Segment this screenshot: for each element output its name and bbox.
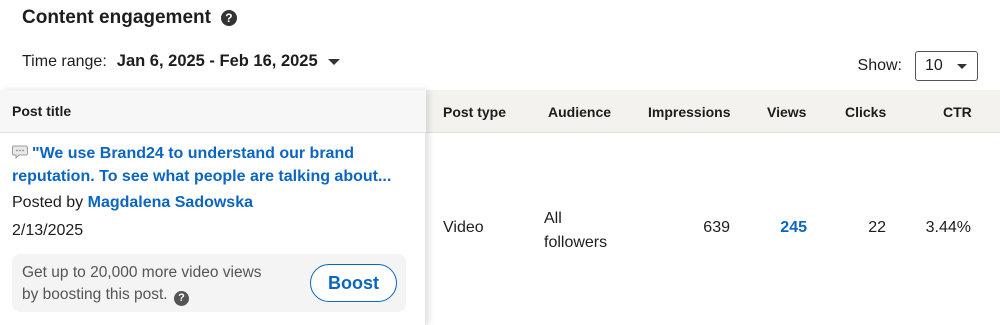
cell-impressions: 639 bbox=[703, 219, 730, 236]
post-title-line: "We use Brand24 to understand our brand bbox=[32, 145, 354, 162]
show-rows-value: 10 bbox=[925, 57, 943, 74]
column-header-clicks[interactable]: Clicks bbox=[845, 90, 886, 133]
time-range-label: Time range: bbox=[22, 52, 107, 70]
boost-button[interactable]: Boost bbox=[310, 264, 397, 302]
section-header: Content engagement ? bbox=[22, 7, 237, 29]
boost-text-line: by boosting this post. bbox=[22, 286, 168, 303]
cell-ctr: 3.44% bbox=[925, 219, 971, 236]
caret-down-icon bbox=[957, 63, 967, 69]
help-icon[interactable]: ? bbox=[173, 291, 189, 306]
time-range-dropdown[interactable]: Jan 6, 2025 - Feb 16, 2025 bbox=[117, 52, 318, 71]
posted-by: Posted by Magdalena Sadowska bbox=[12, 194, 253, 212]
post-date: 2/13/2025 bbox=[12, 222, 84, 239]
show-label: Show: bbox=[857, 57, 902, 74]
cell-post-type: Video bbox=[443, 219, 484, 236]
column-header-post-title[interactable]: Post title bbox=[0, 90, 426, 133]
cell-audience: All followers bbox=[544, 207, 607, 255]
column-header-views[interactable]: Views bbox=[767, 90, 806, 133]
posted-by-label: Posted by bbox=[12, 194, 84, 211]
caret-down-icon[interactable] bbox=[327, 58, 340, 65]
comment-icon bbox=[12, 145, 28, 159]
column-header-ctr[interactable]: CTR bbox=[943, 90, 972, 133]
time-range-filter: Time range: Jan 6, 2025 - Feb 16, 2025 bbox=[22, 52, 340, 71]
cell-views-link[interactable]: 245 bbox=[780, 219, 807, 237]
sticky-post-column: Post title "We use Brand24 to understand… bbox=[0, 90, 426, 325]
audience-line: followers bbox=[544, 234, 608, 251]
audience-line: All bbox=[544, 210, 562, 227]
boost-text-line: Get up to 20,000 more video views bbox=[22, 264, 262, 281]
column-header-audience[interactable]: Audience bbox=[548, 90, 611, 133]
boost-text: Get up to 20,000 more video views by boo… bbox=[22, 262, 302, 306]
post-title-link[interactable]: "We use Brand24 to understand our brand … bbox=[12, 142, 412, 188]
column-header-impressions[interactable]: Impressions bbox=[648, 90, 730, 133]
show-rows-control: Show: 10 bbox=[858, 51, 978, 81]
post-title-line: reputation. To see what people are talki… bbox=[12, 168, 392, 185]
boost-prompt: Get up to 20,000 more video views by boo… bbox=[12, 254, 406, 312]
cell-clicks: 22 bbox=[868, 219, 886, 236]
column-header-post-type[interactable]: Post type bbox=[443, 90, 506, 133]
help-icon[interactable]: ? bbox=[220, 10, 237, 26]
show-rows-select[interactable]: 10 bbox=[915, 51, 978, 81]
page-title: Content engagement bbox=[22, 7, 211, 28]
author-link[interactable]: Magdalena Sadowska bbox=[88, 194, 253, 211]
